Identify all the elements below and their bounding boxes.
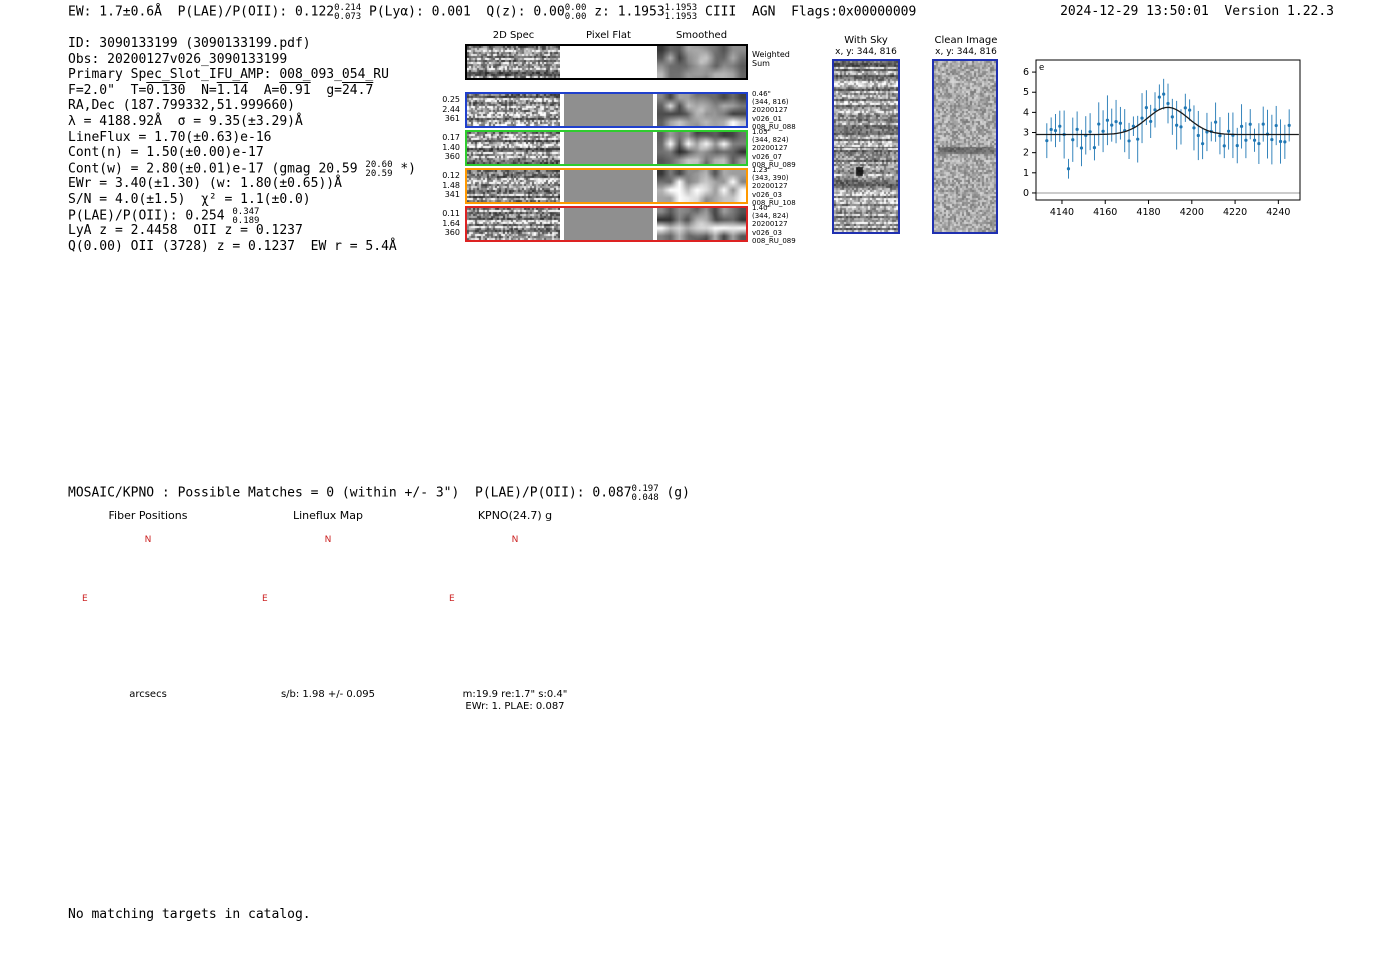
svg-text:4160: 4160 <box>1093 207 1117 218</box>
compass-east-label: E <box>82 594 88 604</box>
info-line: Q(0.00) OII (3728) z = 0.1237 EW r = 5.4… <box>68 238 397 254</box>
info-line: Obs: 20200127v026_3090133199 <box>68 51 288 67</box>
spec2d-row-meta: 0.46" (344, 816) 20200127 v026_01 008_RU_088 <box>752 90 796 131</box>
info-block: ID: 3090133199 (3090133199.pdf) Obs: 2020… <box>68 36 416 254</box>
svg-text:1: 1 <box>1023 168 1029 179</box>
kpno-panel: KPNO(24.7) g N E m:19.9 re:1.7" s:0.4" E… <box>445 509 585 712</box>
spec2d-row <box>465 130 748 166</box>
info-line: S/N = 4.0(±1.5) χ² = 1.1(±0.0) <box>68 191 311 207</box>
spec2d-row <box>465 168 748 204</box>
compass-north-label: N <box>144 535 152 545</box>
spec2d-cell-flat <box>564 208 653 240</box>
spec2d-cell-smooth <box>657 208 746 240</box>
spec2d-row <box>465 44 748 80</box>
compass-north-label: N <box>511 535 519 545</box>
lineflux-map-overlay <box>258 532 398 672</box>
svg-text:2: 2 <box>1023 148 1029 159</box>
spec2d-row-meta: 1.23" (343, 390) 20200127 v026_03 008_RU_108 <box>752 166 796 207</box>
svg-text:4: 4 <box>1023 107 1029 118</box>
spec2d-cell-flat <box>564 170 653 202</box>
spec2d-cell-smooth <box>657 94 746 126</box>
spec2d-row-weights: 0.11 1.64 360 <box>442 209 460 237</box>
mosaic-match-line: MOSAIC/KPNO : Possible Matches = 0 (with… <box>68 484 690 504</box>
full-spectrum-chart <box>70 336 1315 461</box>
clean-image-coords: x, y: 344, 816 <box>935 47 997 57</box>
svg-text:4220: 4220 <box>1223 207 1247 218</box>
spec2d-row-meta: 1.40" (344, 824) 20200127 v026_03 008_RU_089 <box>752 204 796 245</box>
elixer-report: EW: 1.7±0.6Å P(LAE)/P(OII): 0.122 0.214 0.… <box>0 0 1400 953</box>
fiber-positions-panel: Fiber Positions N E arcsecs <box>78 509 218 700</box>
spec2d-cell-smooth <box>657 170 746 202</box>
line-fit-chart: 0 1 2 3 4 5 6 4140 4160 4180 4200 4220 4240 e <box>1023 59 1301 218</box>
stacked-uncertainty: 20.60 20.59 <box>365 159 393 179</box>
weighted-sum-label: Weighted Sum <box>752 50 790 68</box>
spec2d-cell-noise <box>467 46 560 78</box>
spec2d-cell-flat <box>564 132 653 164</box>
with-sky-title: With Sky <box>844 35 888 46</box>
stacked-uncertainty: 0.00 0.00 <box>564 3 587 23</box>
report-timestamp: 2024-12-29 13:50:01 Version 1.22.3 <box>1060 4 1334 19</box>
svg-text:e: e <box>1039 63 1044 73</box>
svg-text:4140: 4140 <box>1050 207 1074 218</box>
info-line: ID: 3090133199 (3090133199.pdf) <box>68 36 311 51</box>
stacked-uncertainty: 0.214 0.073 <box>334 3 362 23</box>
svg-text:4180: 4180 <box>1136 207 1160 218</box>
svg-text:5: 5 <box>1023 87 1029 98</box>
stacked-uncertainty: 1.1953 1.1953 <box>664 3 698 23</box>
spec2d-row-weights: 0.12 1.48 341 <box>442 171 460 199</box>
info-line: LineFlux = 1.70(±0.63)e-16 <box>68 129 272 145</box>
spec2d-col-title-pixelflat: Pixel Flat <box>586 30 631 41</box>
compass-north-label: N <box>324 535 332 545</box>
kpno-title: KPNO(24.7) g <box>477 509 553 522</box>
spec2d-cell-smooth <box>657 46 746 78</box>
info-line: P(LAE)/P(OII): 0.254 0.347 0.189 <box>68 206 260 226</box>
clean-image <box>932 59 998 234</box>
footer-notes: No matching targets in catalog. Row inte… <box>68 876 311 953</box>
info-line: Cont(w) = 2.80(±0.01)e-17 (gmag 20.59 20… <box>68 159 416 179</box>
info-line: λ = 4188.92Å σ = 9.35(±3.29)Å <box>68 113 303 129</box>
footer-line1: No matching targets in catalog. <box>68 907 311 922</box>
spec2d-col-title-smoothed: Smoothed <box>675 30 728 41</box>
spec2d-cell-noise <box>467 170 560 202</box>
compass-east-label: E <box>262 594 268 604</box>
spec2d-cell-noise <box>467 94 560 126</box>
spec2d-cell-flat <box>564 94 653 126</box>
svg-text:4240: 4240 <box>1266 207 1290 218</box>
info-line: EWr = 3.40(±1.30) (w: 1.80(±0.65))Å <box>68 176 342 192</box>
fiber-positions-overlay <box>78 532 218 672</box>
with-sky-coords: x, y: 344, 816 <box>835 47 897 57</box>
info-line: LyA z = 2.4458 OII z = 0.1237 <box>68 223 303 239</box>
spec2d-row <box>465 206 748 242</box>
spec2d-cell-noise <box>467 132 560 164</box>
kpno-xlabel2: EWr: 1. PLAE: 0.087 <box>465 701 565 712</box>
compass-east-label: E <box>449 594 455 604</box>
info-line: Primary Spec_Slot_IFU_AMP: 008_093_054_R… <box>68 67 389 83</box>
svg-text:3: 3 <box>1023 128 1029 139</box>
spec2d-row-weights: 0.25 2.44 361 <box>442 95 460 123</box>
kpno-overlay <box>445 532 585 672</box>
svg-text:4200: 4200 <box>1180 207 1204 218</box>
info-line: Cont(n) = 1.50(±0.00)e-17 <box>68 145 264 161</box>
svg-text:6: 6 <box>1023 67 1029 78</box>
info-line: F=2.0" T=0.130 N=1.14 A=0.91 g=24.7 <box>68 82 374 98</box>
spec2d-row <box>465 92 748 128</box>
lineflux-map-panel: Lineflux Map N E s/b: 1.98 +/- 0.095 <box>258 509 398 700</box>
with-sky-image <box>832 59 900 234</box>
weighted-sum-line2: Sum <box>752 59 770 68</box>
weighted-sum-line1: Weighted <box>752 50 790 59</box>
info-line: RA,Dec (187.799332,51.999660) <box>68 98 295 114</box>
stacked-uncertainty: 0.197 0.048 <box>631 484 659 504</box>
spec2d-row-meta: 1.05" (344, 824) 20200127 v026_07 008_RU_089 <box>752 128 796 169</box>
clean-image-title: Clean Image <box>934 35 998 46</box>
spec2d-col-title-2dspec: 2D Spec <box>492 30 535 41</box>
header-summary: EW: 1.7±0.6Å P(LAE)/P(OII): 0.122 0.214 0.… <box>68 3 917 23</box>
kpno-xlabel: m:19.9 re:1.7" s:0.4" <box>462 689 568 700</box>
spec2d-row-weights: 0.17 1.40 360 <box>442 133 460 161</box>
spec2d-cell-noise <box>467 208 560 240</box>
spec2d-cell-smooth <box>657 132 746 164</box>
svg-text:0: 0 <box>1023 188 1029 199</box>
